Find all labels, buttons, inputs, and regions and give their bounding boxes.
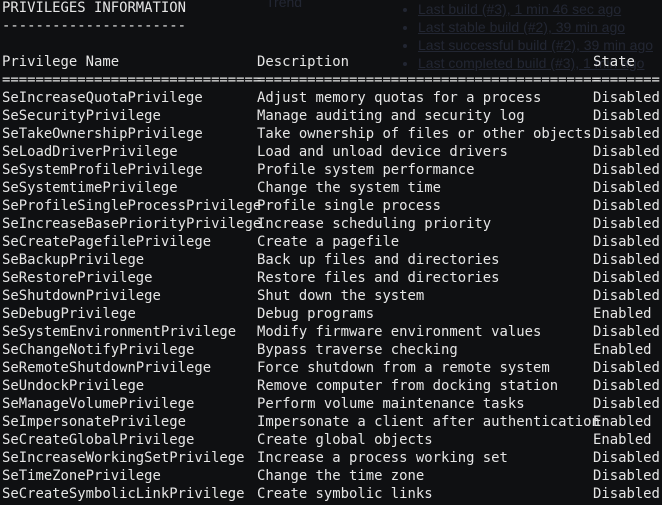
title-rule-text: ---------------------- [2, 18, 186, 34]
privilege-state-cell: Disabled [593, 126, 660, 142]
privilege-name-cell: SeTimeZonePrivilege [2, 468, 161, 484]
privilege-name-cell: SeIncreaseQuotaPrivilege [2, 90, 203, 106]
privilege-state-cell: Disabled [593, 324, 660, 340]
privilege-state-cell: Disabled [593, 288, 660, 304]
privilege-description-cell: Manage auditing and security log [257, 108, 525, 124]
privilege-state-cell: Disabled [593, 486, 660, 502]
privilege-state-cell: Disabled [593, 108, 660, 124]
privilege-description-cell: Debug programs [257, 306, 375, 322]
privilege-description-cell: Force shutdown from a remote system [257, 360, 550, 376]
background-build-link: Last build (#3), 1 min 46 sec ago [418, 0, 653, 18]
privilege-description-cell: Adjust memory quotas for a process [257, 90, 542, 106]
privilege-description-cell: Perform volume maintenance tasks [257, 396, 525, 412]
privilege-state-cell: Disabled [593, 180, 660, 196]
header-state: State [593, 54, 635, 70]
privilege-description-cell: Profile system performance [257, 162, 475, 178]
section-title: PRIVILEGES INFORMATION [0, 0, 186, 17]
background-build-link: Last successful build (#2), 39 min ago [418, 36, 653, 54]
privilege-name-cell: SeChangeNotifyPrivilege [2, 342, 195, 358]
background-trend-link: Trend [266, 0, 303, 10]
privilege-state-cell: Disabled [593, 468, 660, 484]
privilege-state-cell: Disabled [593, 144, 660, 160]
privilege-name-cell: SeCreateGlobalPrivilege [2, 432, 195, 448]
privilege-name-cell: SeRestorePrivilege [2, 270, 153, 286]
privilege-name-cell: SeCreateSymbolicLinkPrivilege [2, 486, 245, 502]
separator-name: =============================== [2, 72, 262, 88]
privilege-name-cell: SeIncreaseBasePriorityPrivilege [2, 216, 262, 232]
table-header: Privilege Name Description State [0, 53, 635, 71]
header-privilege-name: Privilege Name [2, 54, 120, 70]
privilege-name-cell: SeShutdownPrivilege [2, 288, 161, 304]
privilege-name-cell: SeLoadDriverPrivilege [2, 144, 178, 160]
privilege-description-cell: Restore files and directories [257, 270, 500, 286]
header-description: Description [257, 54, 349, 70]
privilege-name-cell: SeUndockPrivilege [2, 378, 145, 394]
privilege-name-cell: SeSecurityPrivilege [2, 108, 161, 124]
privilege-description-cell: Change the system time [257, 180, 441, 196]
privilege-description-cell: Back up files and directories [257, 252, 500, 268]
privilege-state-cell: Disabled [593, 234, 660, 250]
privilege-name-cell: SeDebugPrivilege [2, 306, 136, 322]
privilege-name-cell: SeTakeOwnershipPrivilege [2, 126, 203, 142]
privilege-description-cell: Increase a process working set [257, 450, 508, 466]
privilege-state-cell: Enabled [593, 342, 652, 358]
privilege-name-cell: SeSystemProfilePrivilege [2, 162, 203, 178]
privilege-description-cell: Modify firmware environment values [257, 324, 542, 340]
privilege-name-cell: SeIncreaseWorkingSetPrivilege [2, 450, 245, 466]
privilege-state-cell: Enabled [593, 306, 652, 322]
privilege-name-cell: SeBackupPrivilege [2, 252, 145, 268]
privilege-description-cell: Create symbolic links [257, 486, 433, 502]
privilege-state-cell: Disabled [593, 270, 660, 286]
privilege-state-cell: Disabled [593, 378, 660, 394]
privilege-description-cell: Create a pagefile [257, 234, 400, 250]
privilege-name-cell: SeImpersonatePrivilege [2, 414, 186, 430]
privilege-description-cell: Profile single process [257, 198, 441, 214]
privilege-state-cell: Enabled [593, 414, 652, 430]
privilege-name-cell: SeSystemtimePrivilege [2, 180, 178, 196]
privilege-description-cell: Take ownership of files or other objects [257, 126, 592, 142]
privilege-state-cell: Disabled [593, 198, 660, 214]
privilege-name-cell: SeCreatePagefilePrivilege [2, 234, 212, 250]
section-title-text: PRIVILEGES INFORMATION [2, 0, 186, 16]
privilege-name-cell: SeRemoteShutdownPrivilege [2, 360, 212, 376]
section-title-rule: ---------------------- [0, 17, 186, 35]
privilege-state-cell: Disabled [593, 450, 660, 466]
privilege-description-cell: Impersonate a client after authenticatio… [257, 414, 600, 430]
privilege-description-cell: Remove computer from docking station [257, 378, 559, 394]
terminal-window: Trend Last build (#3), 1 min 46 sec agoL… [0, 0, 662, 505]
privilege-name-cell: SeProfileSingleProcessPrivilege [2, 198, 262, 214]
separator-state: ======== [593, 72, 660, 88]
privilege-description-cell: Change the time zone [257, 468, 425, 484]
privilege-state-cell: Disabled [593, 252, 660, 268]
privilege-name-cell: SeSystemEnvironmentPrivilege [2, 324, 237, 340]
privilege-state-cell: Disabled [593, 90, 660, 106]
privilege-state-cell: Disabled [593, 216, 660, 232]
privilege-description-cell: Increase scheduling priority [257, 216, 492, 232]
privilege-state-cell: Disabled [593, 162, 660, 178]
privilege-description-cell: Create global objects [257, 432, 433, 448]
table-header-separator: =============================== ========… [0, 71, 660, 89]
privilege-description-cell: Shut down the system [257, 288, 425, 304]
background-build-link: Last stable build (#2), 39 min ago [418, 18, 653, 36]
privilege-description-cell: Bypass traverse checking [257, 342, 458, 358]
privilege-name-cell: SeManageVolumePrivilege [2, 396, 195, 412]
separator-description: ========================================… [257, 72, 600, 88]
privilege-description-cell: Load and unload device drivers [257, 144, 508, 160]
privilege-state-cell: Enabled [593, 432, 652, 448]
privilege-state-cell: Disabled [593, 360, 660, 376]
privilege-state-cell: Disabled [593, 396, 660, 412]
